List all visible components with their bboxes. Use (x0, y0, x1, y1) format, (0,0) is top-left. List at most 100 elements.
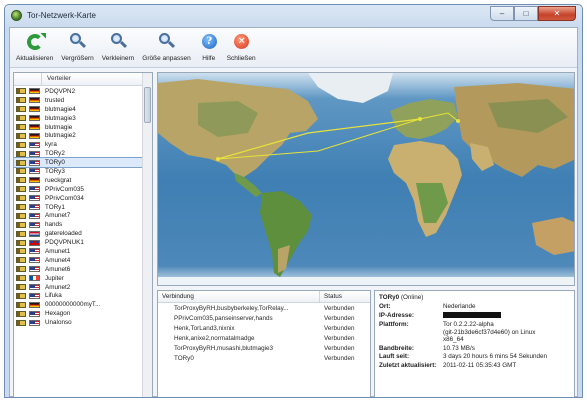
zoom-in-label: Vergrößern (61, 55, 94, 62)
connection-column-header[interactable]: Verbindung (158, 291, 320, 302)
help-icon: ? (199, 32, 219, 52)
zoom-in-button[interactable]: Vergrößern (57, 28, 98, 68)
country-flag-icon (29, 284, 40, 291)
relay-name: PPrivCom034 (45, 194, 84, 202)
title-bar[interactable]: Tor-Netzwerk-Karte – □ ✕ (5, 5, 582, 27)
relay-list-item[interactable]: hands (14, 220, 144, 229)
info-value: 10.73 MB/s (443, 344, 475, 352)
zoom-out-label: Verkleinern (101, 55, 135, 62)
relay-name: Hexagon (45, 310, 71, 318)
relay-column-header[interactable]: Verteiler (42, 73, 152, 85)
bandwidth-status-icon (16, 88, 26, 95)
maximize-button[interactable]: □ (514, 6, 538, 21)
network-map[interactable] (157, 72, 575, 286)
relay-name: Lifuka (45, 292, 62, 300)
bandwidth-status-icon (16, 310, 26, 317)
relay-name: rueckgrat (45, 176, 72, 184)
connection-path: TORy0 (174, 354, 194, 362)
connection-row[interactable]: PPrivCom035,panseinserver,hands Verbunden (158, 313, 370, 323)
country-flag-icon (29, 159, 40, 166)
relay-list-item[interactable]: PPrivCom034 (14, 194, 144, 203)
relay-list-item[interactable]: blutmagie2 (14, 131, 144, 140)
country-flag-icon (29, 248, 40, 255)
bandwidth-status-icon (16, 177, 26, 184)
info-value (443, 311, 570, 321)
connection-row[interactable]: TorProxyByRH,busbyberkeley,TorRelay... Ve… (158, 303, 370, 313)
country-flag-icon (29, 319, 40, 326)
refresh-icon (25, 32, 45, 52)
close-button[interactable]: ✕ Schließen (223, 28, 260, 68)
antarctica (158, 277, 574, 285)
info-label: Bandbreite: (379, 344, 414, 352)
connection-row[interactable]: Henk,anixe2,normatalmadge Verbunden (158, 333, 370, 343)
bandwidth-status-icon (16, 124, 26, 130)
info-label: Lauft seit: (379, 353, 410, 361)
scrollbar-thumb[interactable] (144, 87, 151, 123)
connection-row[interactable]: TORy0 Verbunden (158, 353, 370, 363)
relay-list-item[interactable]: TORy1 (14, 203, 144, 212)
info-value: 3 days 20 hours 6 mins 54 Sekunden (443, 353, 547, 361)
connection-status: Verbunden (324, 354, 355, 362)
relay-list-item[interactable]: blutmagie3 (14, 114, 144, 123)
close-window-button[interactable]: ✕ (538, 6, 576, 21)
country-flag-icon (29, 230, 40, 237)
relay-list-scrollbar[interactable] (142, 73, 152, 397)
relay-list-item[interactable]: Unalonso (14, 318, 144, 327)
relay-list-item[interactable]: kyra (14, 140, 144, 149)
relay-state: (Online) (400, 294, 424, 301)
status-column-header[interactable]: Status (320, 291, 370, 302)
relay-list-item[interactable]: rueckgrat (14, 176, 144, 185)
relay-list-item[interactable]: Amunet2 (14, 283, 144, 292)
connection-status: Verbunden (324, 314, 355, 322)
relay-marker[interactable] (456, 119, 460, 123)
relay-list-item[interactable]: TORy3 (14, 167, 144, 176)
status-column-header[interactable] (14, 73, 42, 85)
info-label: Ort: (379, 303, 391, 310)
relay-info-row: Lauft seit: 3 days 20 hours 6 mins 54 Sek… (379, 353, 570, 361)
country-flag-icon (29, 141, 40, 148)
relay-info-row: IP-Adresse: (379, 311, 570, 321)
connection-row[interactable]: Henk,TorLand3,nixnix Verbunden (158, 323, 370, 333)
relay-name: TORy0 (379, 294, 400, 301)
relay-list-item[interactable]: PDQVPNUK1 (14, 238, 144, 247)
help-button[interactable]: ? Hilfe (195, 28, 223, 68)
connection-row[interactable]: TorProxyByRH,musashi,blutmagie3 Verbunden (158, 343, 370, 353)
relay-name: blutmagie (45, 123, 73, 131)
relay-list-item[interactable]: PPrivCom035 (14, 185, 144, 194)
relay-list-item[interactable]: Jupiter (14, 274, 144, 283)
refresh-button[interactable]: Aktualisieren (12, 28, 57, 68)
relay-list-item[interactable]: Amunet1 (14, 247, 144, 256)
relay-marker[interactable] (418, 117, 422, 121)
relay-info-row: Plattform: Tor 0.2.2.22-alpha (git-21b3de… (379, 321, 570, 344)
country-flag-icon (29, 97, 40, 104)
relay-list-item[interactable]: TORy2 (14, 149, 144, 158)
zoom-fit-button[interactable]: Größe anpassen (138, 28, 194, 68)
connection-path: TorProxyByRH,musashi,blutmagie3 (174, 344, 274, 352)
zoom-out-button[interactable]: Verkleinern (98, 28, 139, 68)
country-flag-icon (29, 221, 40, 228)
info-label: IP-Adresse: (379, 311, 414, 319)
connections-header: Verbindung Status (158, 291, 370, 303)
country-flag-icon (29, 257, 40, 264)
relay-list-header: Verteiler (14, 73, 152, 86)
relay-list-item[interactable]: gatereloaded (14, 229, 144, 238)
relay-list-item[interactable]: PDQVPN2 (14, 87, 144, 96)
relay-list-item[interactable]: Lifuka (14, 291, 144, 300)
relay-list-item[interactable]: TORy0 (14, 157, 145, 169)
country-flag-icon (29, 195, 40, 202)
relay-list-item[interactable]: blutmagie (14, 123, 144, 132)
world-map-svg (158, 73, 574, 285)
relay-list-item[interactable]: blutmagie4 (14, 105, 144, 114)
relay-list-item[interactable]: trusted (14, 96, 144, 105)
zoom-in-icon (67, 32, 87, 52)
relay-list-item[interactable]: Amunet4 (14, 256, 144, 265)
relay-name: Amunet7 (45, 212, 71, 220)
relay-list-item[interactable]: Hexagon (14, 309, 144, 318)
relay-list-item[interactable]: 00000000000myT... (14, 300, 144, 309)
minimize-button[interactable]: – (490, 6, 514, 21)
bandwidth-status-icon (16, 115, 26, 122)
relay-marker[interactable] (216, 157, 220, 161)
relay-list-item[interactable]: Amunet7 (14, 211, 144, 220)
relay-list-item[interactable]: Amunet6 (14, 265, 144, 274)
country-flag-icon (29, 106, 40, 113)
